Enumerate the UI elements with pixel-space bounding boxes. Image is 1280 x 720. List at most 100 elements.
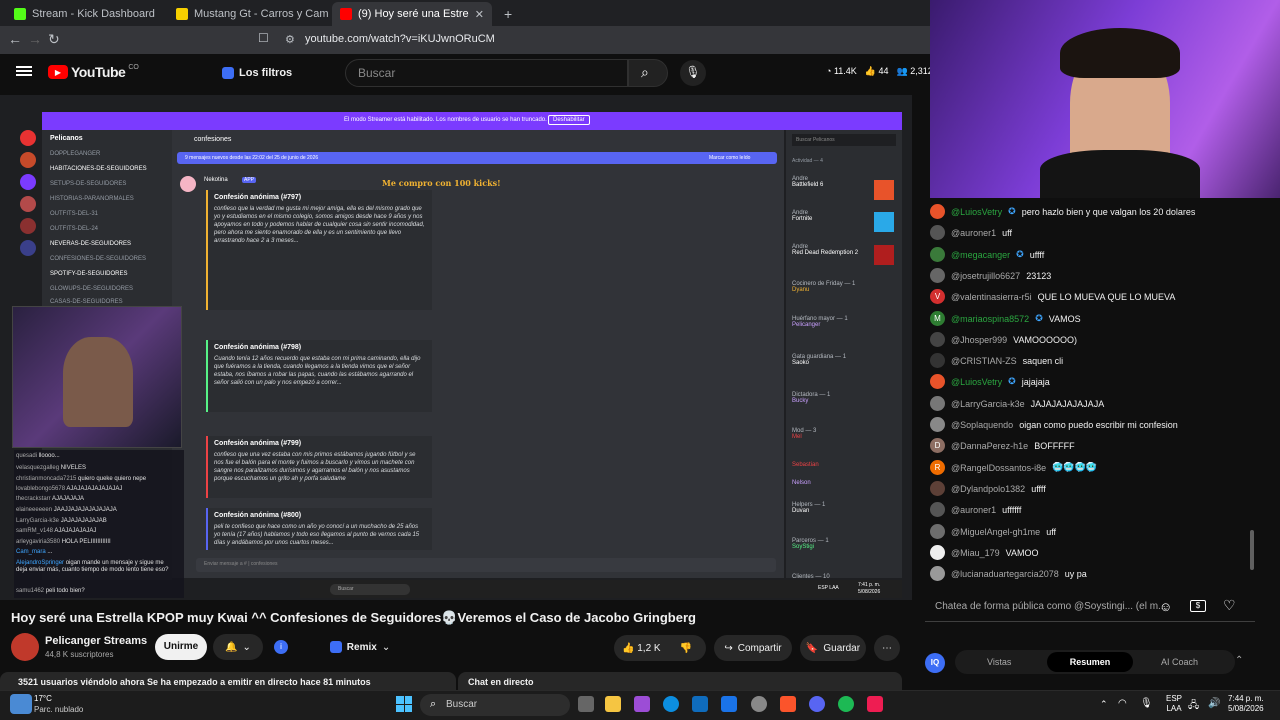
chat-author[interactable]: @josetrujillo6627 — [951, 271, 1020, 281]
volume-icon[interactable]: 🔊 — [1208, 698, 1220, 709]
emoji-icon[interactable]: ☺ — [1159, 599, 1172, 614]
avatar[interactable]: M — [930, 311, 945, 326]
new-messages-bar[interactable]: 9 mensajes nuevos desde las 22:02 del 25… — [177, 152, 777, 164]
avatar[interactable] — [930, 204, 945, 219]
message-author[interactable]: Nekotina — [204, 177, 228, 183]
tiktok-icon[interactable] — [867, 696, 883, 712]
system-clock[interactable]: 7:44 p. m. 5/08/2026 — [1228, 694, 1264, 714]
channel-avatar[interactable] — [11, 633, 39, 661]
chat-scrollbar[interactable] — [1250, 530, 1254, 570]
server-icon[interactable] — [20, 174, 36, 190]
discord-icon[interactable] — [809, 696, 825, 712]
chat-message[interactable]: M @mariaospina8572 ✪ VAMOS — [930, 308, 1081, 329]
url-field[interactable]: youtube.com/watch?v=iKUJwnORuCM — [305, 33, 495, 45]
chat-message[interactable]: @Soplaquendo oigan como puedo escribir mi… — [930, 414, 1178, 435]
chat-author[interactable]: @mariaospina8572 — [951, 314, 1029, 324]
chat-author[interactable]: @LuiosVetry — [951, 377, 1002, 387]
chat-message[interactable]: @CRISTIAN-ZS saquen cli — [930, 350, 1063, 371]
avatar[interactable] — [180, 176, 196, 192]
avatar[interactable] — [930, 396, 945, 411]
menu-icon[interactable] — [16, 64, 32, 78]
chat-author[interactable]: @DannaPerez-h1e — [951, 441, 1028, 451]
share-button[interactable]: ↪ Compartir — [714, 635, 792, 661]
chat-author[interactable]: @CRISTIAN-ZS — [951, 356, 1017, 366]
avatar[interactable] — [930, 545, 945, 560]
tab-ai-coach[interactable]: AI Coach — [1161, 657, 1198, 667]
chat-author[interactable]: @valentinasierra-r5i — [951, 292, 1032, 302]
tab-kick-dashboard[interactable]: Stream - Kick Dashboard — [6, 2, 166, 26]
chat-message[interactable]: @Jhosper999 VAMOOOOOO) — [930, 329, 1077, 350]
avatar[interactable] — [930, 268, 945, 283]
avatar[interactable] — [930, 353, 945, 368]
chat-message[interactable]: D @DannaPerez-h1e BOFFFFF — [930, 435, 1075, 456]
back-icon[interactable]: ← — [8, 31, 22, 47]
activity-card[interactable]: Andre Fortnite — [792, 210, 812, 222]
avatar[interactable]: R — [930, 460, 945, 475]
chat-message[interactable]: @Miau_179 VAMOO — [930, 542, 1039, 563]
bookmark-icon[interactable]: ☐ — [258, 31, 269, 45]
chat-author[interactable]: @LuiosVetry — [951, 207, 1002, 217]
chat-author[interactable]: @Dylandpolo1382 — [951, 484, 1025, 494]
outlook-icon[interactable] — [692, 696, 708, 712]
spotify-icon[interactable] — [838, 696, 854, 712]
avatar[interactable] — [930, 332, 945, 347]
iq-logo[interactable]: IQ — [925, 653, 945, 673]
server-name[interactable]: Pelicanos — [42, 130, 172, 147]
heart-icon[interactable]: ♡ — [1223, 597, 1236, 614]
server-icon[interactable] — [20, 130, 36, 146]
chat-message[interactable]: V @valentinasierra-r5i QUE LO MUEVA QUE LO… — [930, 286, 1175, 307]
tray-chevron-icon[interactable]: ⌃ — [1100, 699, 1108, 710]
chat-author[interactable]: @LarryGarcia-k3e — [951, 399, 1025, 409]
channel-item[interactable]: SPOTIFY-DE-SEGUIDORES — [50, 271, 127, 277]
member-name[interactable]: Sebastian — [792, 462, 819, 468]
site-info-icon[interactable]: ⚙ — [285, 33, 295, 46]
avatar[interactable] — [930, 417, 945, 432]
task-view-icon[interactable] — [578, 696, 594, 712]
chat-author[interactable]: @Soplaquendo — [951, 420, 1013, 430]
tab-youtube-video[interactable]: (9) Hoy seré una Estrella KPOP ✕ — [332, 2, 492, 26]
chat-message[interactable]: @auroner1 uff — [930, 222, 1012, 243]
weather-icon[interactable] — [10, 694, 32, 714]
dislike-button[interactable]: 👎 — [680, 643, 692, 654]
network-icon[interactable]: 🖧 — [1188, 698, 1199, 715]
taskbar-search[interactable]: ⌕ Buscar — [420, 694, 570, 716]
chat-author[interactable]: @Jhosper999 — [951, 335, 1007, 345]
brave-icon[interactable] — [780, 696, 796, 712]
chat-message[interactable]: R @RangelDossantos-i8e 🥶🥶🥶🥶 — [930, 457, 1097, 478]
chat-message[interactable]: @LarryGarcia-k3e JAJAJAJAJAJAJA — [930, 393, 1104, 414]
activity-card[interactable]: Andre Red Dead Redemption 2 — [792, 244, 872, 256]
activity-card[interactable]: Andre Battlefield 6 — [792, 176, 823, 188]
chat-author[interactable]: @megacanger — [951, 250, 1010, 260]
chat-message[interactable]: @MiguelAngel-gh1me uff — [930, 521, 1056, 542]
notifications-button[interactable]: 🔔 ⌄ — [213, 634, 263, 660]
channel-item[interactable]: CONFESIONES-DE-SEGUIDORES — [50, 256, 146, 262]
app-icon[interactable] — [634, 696, 650, 712]
channel-item[interactable]: SETUPS-DE-SEGUIDORES — [50, 181, 126, 187]
chat-author[interactable]: @auroner1 — [951, 505, 996, 515]
tab-resumen[interactable]: Resumen — [1047, 652, 1133, 672]
chat-message[interactable]: @josetrujillo6627 23123 — [930, 265, 1051, 286]
channel-item[interactable]: HISTORIAS-PARANORMALES — [50, 196, 134, 202]
chat-author[interactable]: @Miau_179 — [951, 548, 1000, 558]
chat-message[interactable]: @Dylandpolo1382 uffff — [930, 478, 1046, 499]
chat-author[interactable]: @MiguelAngel-gh1me — [951, 527, 1040, 537]
wifi-icon[interactable]: ◠ — [1118, 698, 1127, 709]
mic-icon[interactable]: 🎙 — [1140, 698, 1153, 709]
tab-vistas[interactable]: Vistas — [987, 657, 1011, 667]
start-button[interactable] — [396, 696, 412, 712]
server-icon[interactable] — [20, 152, 36, 168]
channel-item[interactable]: GLOWUPS-DE-SEGUIDORES — [50, 286, 133, 292]
chat-message[interactable]: @auroner1 uffffff — [930, 499, 1021, 520]
chat-message[interactable]: @LuiosVetry ✪ pero hazlo bien y que valgan… — [930, 201, 1195, 222]
message-input[interactable]: Enviar mensaje a # | confesiones — [196, 558, 776, 572]
avatar[interactable] — [930, 225, 945, 240]
remix-button[interactable]: Remix ⌄ — [325, 634, 395, 660]
chat-message[interactable]: @LuiosVetry ✪ jajajaja — [930, 371, 1050, 392]
avatar[interactable] — [930, 524, 945, 539]
new-tab-button[interactable]: + — [496, 2, 516, 26]
avatar[interactable] — [930, 502, 945, 517]
search-button[interactable]: ⌕ — [628, 59, 668, 87]
avatar[interactable] — [930, 566, 945, 581]
close-tab-icon[interactable]: ✕ — [475, 8, 484, 21]
store-icon[interactable] — [721, 696, 737, 712]
